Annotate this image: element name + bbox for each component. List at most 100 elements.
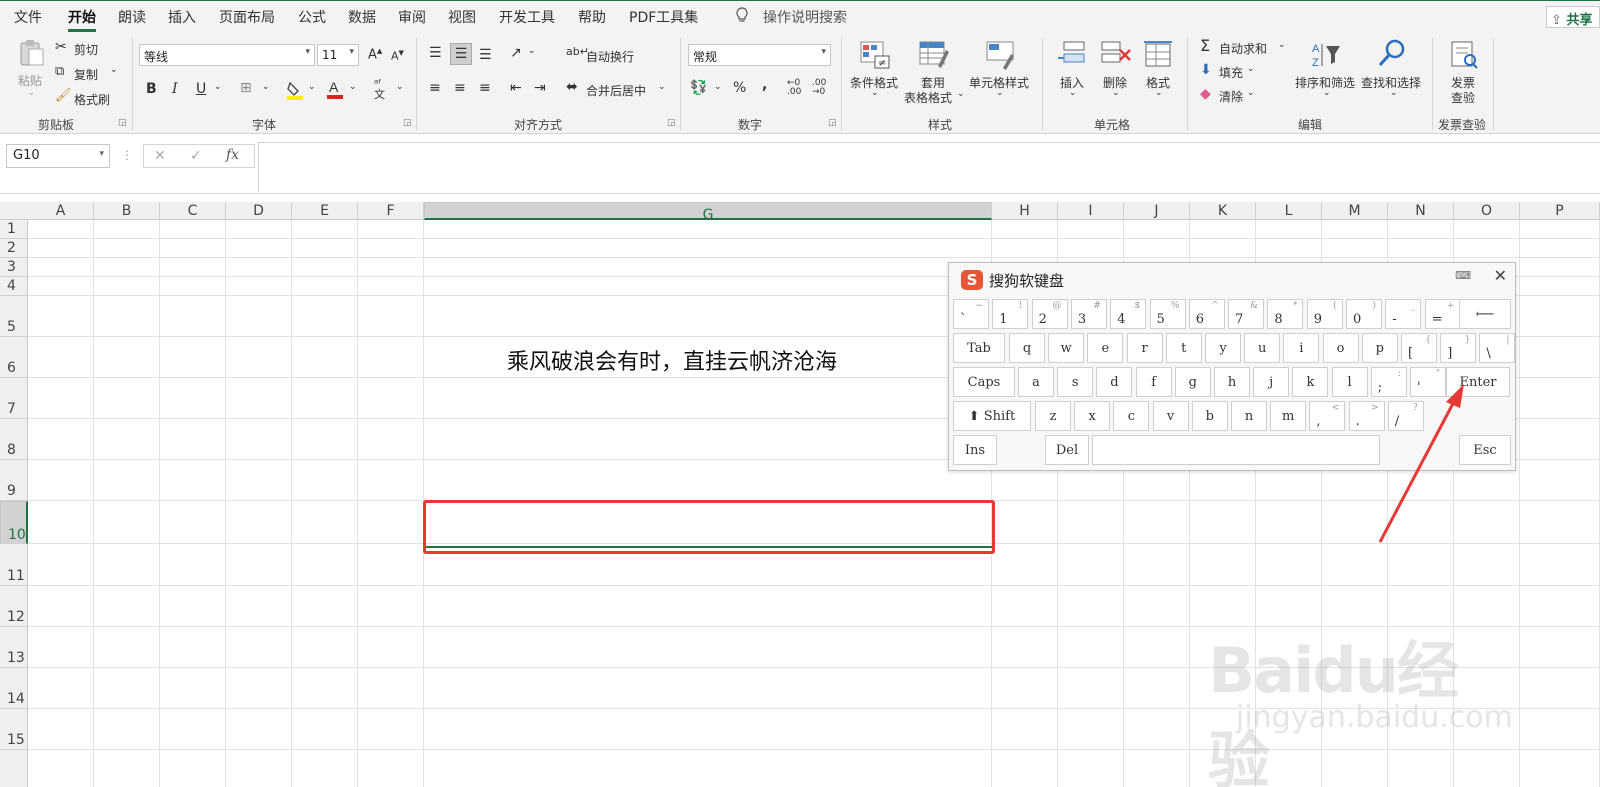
key-,[interactable]: , < [1309, 401, 1346, 431]
cancel-icon[interactable]: ✕ [154, 149, 166, 163]
key-tab[interactable]: Tab [953, 333, 1005, 363]
column-header-g[interactable]: G [424, 202, 992, 223]
increase-indent-icon[interactable]: ⇥ [534, 81, 546, 95]
chevron-down-icon[interactable]: ⌄ [262, 82, 270, 92]
dialog-launcher-icon[interactable]: ◲ [828, 118, 837, 128]
key-u[interactable]: u [1244, 333, 1281, 363]
row-header-6[interactable]: 6 [0, 337, 28, 378]
number-format-select[interactable]: 常规 ▾ [688, 44, 831, 66]
format-painter-button[interactable]: 格式刷 [74, 91, 110, 108]
menu-file[interactable]: 文件 [14, 7, 42, 27]
menu-formulas[interactable]: 公式 [298, 7, 326, 27]
currency-icon[interactable]: 💱 [690, 81, 707, 95]
key-caps[interactable]: Caps [953, 367, 1015, 397]
merge-center-button[interactable]: 合并后居中 [586, 82, 646, 99]
key-h[interactable]: h [1214, 367, 1250, 397]
key-6[interactable]: 6 ^ [1188, 299, 1225, 329]
column-header-o[interactable]: O [1454, 202, 1520, 220]
increase-decimal-icon[interactable]: ←0.00 [787, 79, 801, 97]
key-o[interactable]: o [1322, 333, 1359, 363]
autosum-button[interactable]: 自动求和 [1219, 40, 1267, 57]
column-header-j[interactable]: J [1124, 202, 1190, 220]
phonetic-icon[interactable]: ᵃᶠ 文 [374, 78, 385, 100]
key-\[interactable]: \ | [1479, 333, 1516, 363]
key-space[interactable] [1092, 435, 1380, 465]
decrease-font-icon[interactable]: A▼ [391, 50, 404, 62]
increase-font-icon[interactable]: A▲ [368, 48, 382, 62]
row-header-5[interactable]: 5 [0, 296, 28, 337]
share-button[interactable]: ⇪ 共享 [1546, 6, 1600, 28]
key-2[interactable]: 2 @ [1031, 299, 1068, 329]
menu-view[interactable]: 视图 [448, 7, 476, 27]
column-header-e[interactable]: E [292, 202, 358, 220]
wrap-text-button[interactable]: 自动换行 [586, 48, 634, 65]
chevron-down-icon[interactable]: ⌄ [214, 82, 222, 92]
chevron-down-icon[interactable]: ⌄ [308, 82, 316, 92]
column-header-c[interactable]: C [160, 202, 226, 220]
italic-button[interactable]: I [172, 82, 178, 96]
key-4[interactable]: 4 $ [1110, 299, 1147, 329]
copy-button[interactable]: 复制 [74, 66, 98, 83]
chevron-down-icon[interactable]: ⌄ [1247, 88, 1255, 98]
chevron-down-icon[interactable]: ⌄ [349, 82, 357, 92]
fill-button[interactable]: 填充 [1219, 64, 1243, 81]
column-header-k[interactable]: K [1190, 202, 1256, 220]
row-header-15[interactable]: 15 [0, 709, 28, 750]
key-v[interactable]: v [1152, 401, 1189, 431]
key-s[interactable]: s [1057, 367, 1094, 397]
bold-button[interactable]: B [146, 82, 157, 96]
orientation-icon[interactable]: ↗ [510, 46, 522, 60]
key-d[interactable]: d [1096, 367, 1133, 397]
key-i[interactable]: i [1283, 333, 1320, 363]
decrease-decimal-icon[interactable]: .00 →0 [812, 79, 826, 97]
key-11[interactable]: - _ [1385, 299, 1422, 329]
key-e[interactable]: e [1087, 333, 1124, 363]
menu-pdf-tools[interactable]: PDF工具集 [629, 7, 698, 27]
menu-page-layout[interactable]: 页面布局 [219, 7, 275, 27]
dialog-launcher-icon[interactable]: ◲ [118, 118, 127, 128]
row-header-8[interactable]: 8 [0, 419, 28, 460]
column-header-d[interactable]: D [226, 202, 292, 220]
chevron-down-icon[interactable]: ⌄ [1247, 64, 1255, 74]
align-middle-icon[interactable]: ☰ [450, 43, 472, 65]
menu-review[interactable]: 审阅 [398, 7, 426, 27]
key-b[interactable]: b [1191, 401, 1228, 431]
column-header-f[interactable]: F [358, 202, 424, 220]
font-size-select[interactable]: 11 ▾ [317, 44, 359, 66]
key-k[interactable]: k [1292, 367, 1329, 397]
key-10[interactable]: 0) [1346, 299, 1382, 329]
key-q[interactable]: q [1009, 333, 1045, 363]
insert-function-button[interactable]: fx [226, 148, 239, 162]
align-bottom-icon[interactable]: ☰ [479, 48, 492, 62]
dialog-launcher-icon[interactable]: ◲ [403, 118, 412, 128]
chevron-down-icon[interactable]: ⌄ [714, 82, 722, 92]
key-m[interactable]: m [1270, 401, 1307, 431]
key-g[interactable]: g [1174, 367, 1211, 397]
row-header-14[interactable]: 14 [0, 668, 28, 709]
menu-data[interactable]: 数据 [348, 7, 376, 27]
column-header-i[interactable]: I [1058, 202, 1124, 220]
key-3[interactable]: 3 # [1070, 299, 1107, 329]
key-][interactable]: ]} [1440, 333, 1477, 363]
key-[[interactable]: [{ [1401, 333, 1437, 363]
key-c[interactable]: c [1113, 401, 1150, 431]
column-header-l[interactable]: L [1256, 202, 1322, 220]
tell-me-search[interactable]: 操作说明搜索 [763, 7, 847, 27]
chevron-down-icon[interactable]: ⌄ [658, 82, 666, 92]
row-header-11[interactable]: 11 [0, 544, 28, 586]
row-header-9[interactable]: 9 [0, 460, 28, 501]
row-header-13[interactable]: 13 [0, 627, 28, 668]
font-color-icon[interactable]: A [326, 79, 344, 102]
column-header-p[interactable]: P [1520, 202, 1600, 220]
key-p[interactable]: p [1361, 333, 1398, 363]
cut-button[interactable]: 剪切 [74, 41, 98, 58]
column-header-m[interactable]: M [1322, 202, 1388, 220]
chevron-down-icon[interactable]: ⌄ [396, 82, 404, 92]
row-header-10[interactable]: 10 [0, 501, 28, 544]
menu-insert[interactable]: 插入 [168, 7, 196, 27]
key-j[interactable]: j [1253, 367, 1290, 397]
align-top-icon[interactable]: ☰ [429, 46, 442, 60]
align-left-icon[interactable]: ≡ [429, 81, 441, 95]
column-header-n[interactable]: N [1388, 202, 1454, 220]
key-9[interactable]: 9( [1306, 299, 1343, 329]
